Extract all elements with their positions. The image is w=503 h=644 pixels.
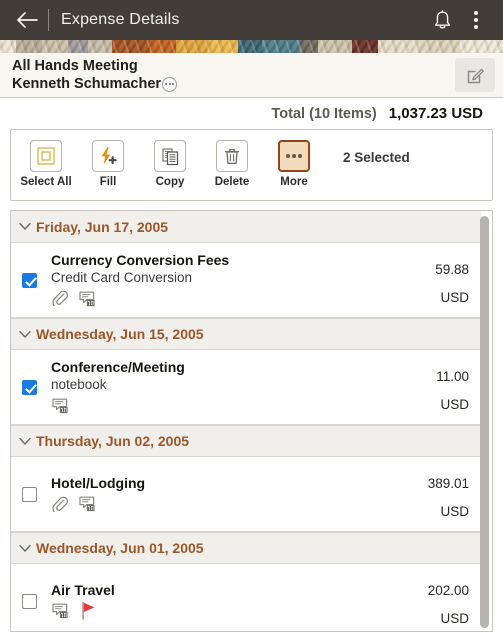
list-scrollbar[interactable]: [480, 216, 489, 628]
edit-report-button[interactable]: [455, 58, 495, 92]
expense-description: Credit Card Conversion: [51, 270, 193, 285]
fill-lightning-plus-icon: [92, 140, 124, 172]
chevron-down-icon: [19, 544, 31, 552]
report-name: All Hands Meeting: [12, 58, 138, 75]
comment-bubble-icon[interactable]: [78, 289, 97, 312]
chevron-down-icon: [19, 330, 31, 338]
kebab-dots: [474, 11, 478, 29]
trash-icon: [216, 140, 248, 172]
date-group-header[interactable]: Thursday, Jun 02, 2005: [11, 425, 481, 457]
expense-amount: 389.01: [427, 475, 469, 491]
expense-type: Hotel/Lodging: [51, 474, 146, 491]
edit-pencil-icon: [467, 68, 484, 83]
row-checkbox[interactable]: [22, 379, 37, 395]
expense-list-inner: Friday, Jun 17, 2005 Currency Conversion…: [11, 211, 481, 631]
fill-label: Fill: [99, 176, 117, 188]
expense-currency: USD: [440, 610, 469, 626]
expense-amount-cell: 11.00 USD: [383, 356, 469, 418]
comment-bubble-icon[interactable]: [51, 396, 70, 419]
expense-type: Air Travel: [51, 581, 115, 598]
expense-currency: USD: [440, 503, 469, 519]
fill-button[interactable]: Fill: [77, 140, 139, 188]
more-dots-icon: [278, 140, 310, 172]
copy-button[interactable]: Copy: [139, 140, 201, 188]
page-title: Expense Details: [61, 11, 180, 28]
delete-button[interactable]: Delete: [201, 140, 263, 188]
select-all-button[interactable]: Select All: [15, 140, 77, 188]
action-toolbar: Select All Fill Copy Delete More 2 Selec…: [10, 129, 493, 201]
row-checkbox[interactable]: [22, 272, 37, 288]
attachment-paperclip-icon[interactable]: [51, 495, 68, 517]
expense-row[interactable]: Conference/Meeting notebook 11.00 USD: [11, 350, 481, 425]
date-group-header[interactable]: Wednesday, Jun 15, 2005: [11, 318, 481, 350]
back-arrow-icon[interactable]: [12, 5, 42, 35]
report-identity: All Hands Meeting Kenneth Schumacher: [12, 57, 455, 92]
more-dots: [286, 154, 302, 158]
row-checkbox-cell: [19, 356, 51, 418]
select-all-label: Select All: [20, 176, 72, 188]
chevron-down-icon: [19, 222, 31, 230]
row-checkbox[interactable]: [22, 593, 37, 609]
total-row: Total (10 Items) 1,037.23 USD: [0, 98, 503, 129]
comment-bubble-icon[interactable]: [51, 601, 70, 624]
date-group-header[interactable]: Wednesday, Jun 01, 2005: [11, 532, 481, 564]
expense-row-icons: [51, 397, 383, 417]
expense-description: notebook: [51, 377, 107, 392]
report-owner-row: Kenneth Schumacher: [12, 76, 455, 93]
expense-amount-cell: 389.01 USD: [383, 463, 469, 525]
expense-amount-cell: 202.00 USD: [383, 570, 469, 631]
expense-type: Conference/Meeting: [51, 359, 185, 375]
expense-details: Hotel/Lodging: [51, 463, 383, 525]
expense-amount: 11.00: [436, 368, 469, 384]
related-actions-icon[interactable]: [162, 76, 178, 92]
total-value: 1,037.23 USD: [388, 105, 483, 122]
row-checkbox-cell: [19, 249, 51, 311]
appbar-divider: [48, 9, 49, 31]
row-checkbox-cell: [19, 570, 51, 631]
date-group-label: Thursday, Jun 02, 2005: [36, 433, 190, 449]
expense-row[interactable]: Air Travel 202.00 USD: [11, 564, 481, 631]
more-label: More: [280, 176, 308, 188]
date-group-label: Wednesday, Jun 15, 2005: [36, 326, 204, 342]
report-owner-name: Kenneth Schumacher: [12, 75, 162, 92]
expense-amount-cell: 59.88 USD: [383, 249, 469, 311]
select-all-icon: [30, 140, 62, 172]
copy-documents-icon: [154, 140, 186, 172]
date-group-label: Wednesday, Jun 01, 2005: [36, 540, 204, 556]
expense-amount: 202.00: [427, 582, 469, 598]
expense-details: Air Travel: [51, 570, 383, 631]
expense-row[interactable]: Currency Conversion Fees Credit Card Con…: [11, 243, 481, 318]
expense-type: Currency Conversion Fees: [51, 252, 230, 268]
chevron-down-icon: [19, 437, 31, 445]
expense-row-icons: [51, 601, 383, 625]
red-flag-icon[interactable]: [80, 601, 97, 625]
attachment-paperclip-icon[interactable]: [51, 289, 68, 311]
expense-details: Currency Conversion Fees Credit Card Con…: [51, 249, 383, 311]
comment-bubble-icon[interactable]: [78, 494, 97, 517]
expense-row-icons: [51, 290, 383, 310]
row-checkbox-cell: [19, 463, 51, 525]
expense-row[interactable]: Hotel/Lodging 389.01 USD: [11, 457, 481, 532]
expense-currency: USD: [440, 289, 469, 305]
expense-details: Conference/Meeting notebook: [51, 356, 383, 418]
app-bar: Expense Details: [0, 0, 503, 40]
expense-amount: 59.88: [435, 261, 469, 277]
row-checkbox[interactable]: [22, 486, 37, 502]
copy-label: Copy: [155, 176, 185, 188]
action-toolbar-wrapper: Select All Fill Copy Delete More 2 Selec…: [0, 129, 503, 201]
total-label: Total (10 Items): [271, 105, 377, 122]
selected-count: 2 Selected: [343, 150, 410, 165]
date-group-label: Friday, Jun 17, 2005: [36, 218, 169, 235]
expense-list: Friday, Jun 17, 2005 Currency Conversion…: [10, 210, 493, 632]
kebab-menu-icon[interactable]: [459, 3, 493, 37]
expense-report-header: All Hands Meeting Kenneth Schumacher: [0, 53, 503, 98]
expense-currency: USD: [440, 396, 469, 412]
delete-label: Delete: [214, 176, 250, 188]
date-group-header[interactable]: Friday, Jun 17, 2005: [11, 211, 481, 243]
notification-bell-icon[interactable]: [425, 3, 459, 37]
more-button[interactable]: More: [263, 140, 325, 188]
expense-row-icons: [51, 496, 383, 516]
decorative-banner-image: [0, 40, 503, 53]
